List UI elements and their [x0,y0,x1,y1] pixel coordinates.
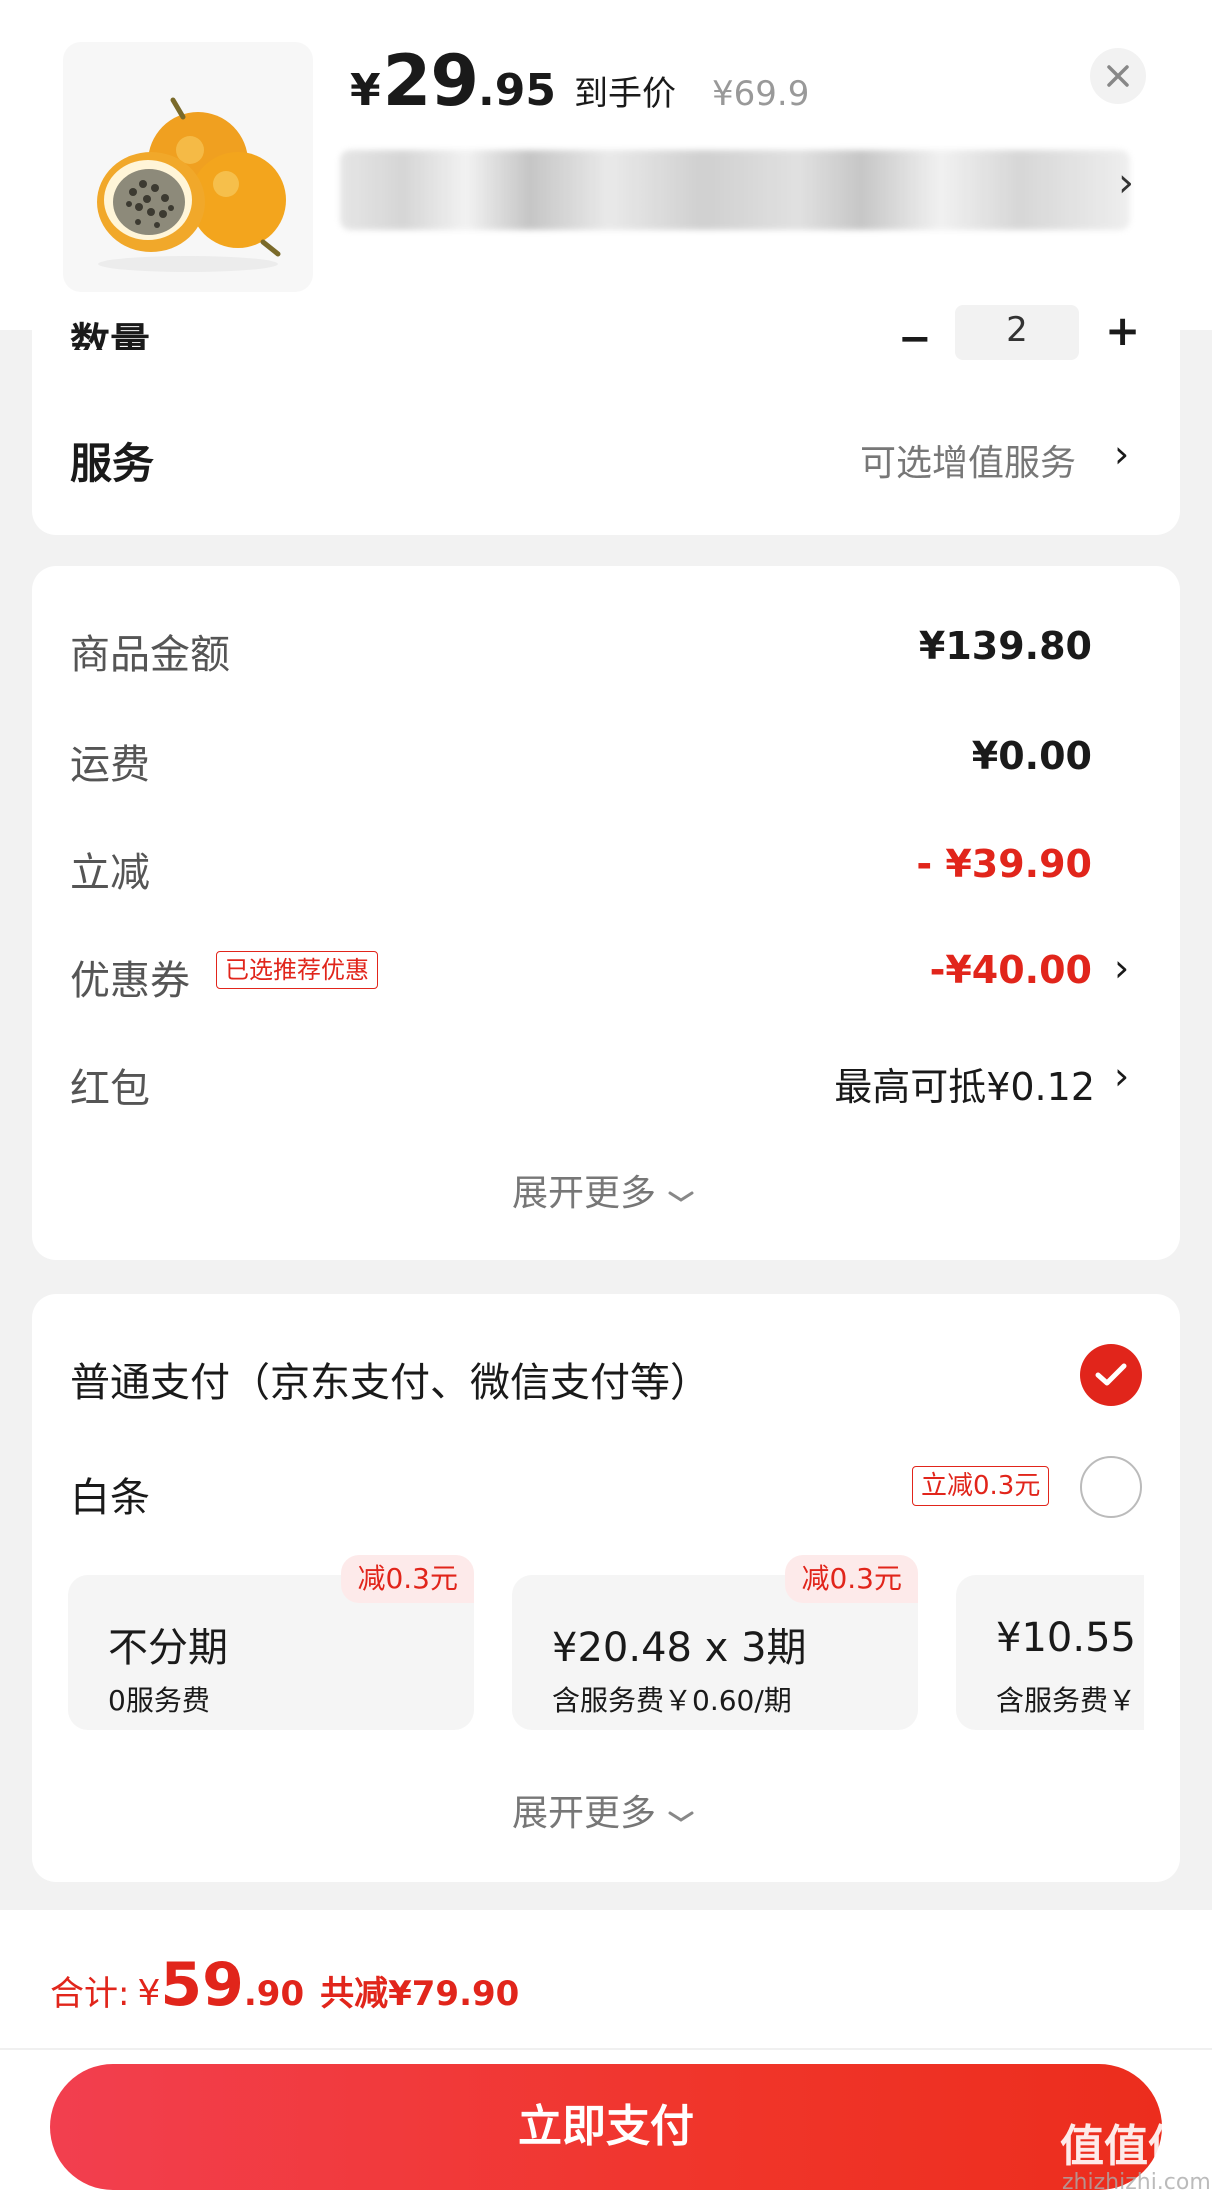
total-savings: 共减¥79.90 [320,1974,520,2014]
normal-payment-radio[interactable] [1080,1344,1142,1406]
pay-now-button[interactable]: 立即支付 [50,2064,1162,2190]
chevron-down-icon [668,1191,694,1202]
price-integer: 29 [382,40,479,122]
installment-title: ¥20.48 x 3期 [552,1625,807,1671]
total-label: 合计: [50,1974,130,2014]
expand-more-button[interactable]: 展开更多 [512,1784,695,1836]
goods-amount-value: ¥139.80 [918,624,1092,668]
expand-more-label: 展开更多 [512,1793,657,1834]
baitiao-discount-badge: 立减0.3元 [912,1466,1050,1506]
price-tag-label: 到手价 [574,74,676,114]
total-integer: 59 [160,1950,244,2020]
installment-fee: 0服务费 [108,1684,210,1717]
baitiao-payment-radio[interactable] [1080,1456,1142,1518]
chevron-right-icon: › [1118,160,1134,206]
discount-label: 立减 [70,850,150,896]
installment-fee: 含服务费￥0.60/期 [552,1684,792,1717]
product-image [63,42,313,292]
red-packet-value[interactable]: 最高可抵¥0.12 [834,1056,1095,1111]
installment-title: 不分期 [108,1625,228,1671]
quantity-input[interactable]: 2 [955,305,1079,360]
watermark-logo: 值值值 [1060,2121,1192,2172]
installment-option[interactable]: ¥10.55 x 含服务费￥ [956,1575,1144,1730]
installment-options: 减0.3元 不分期 0服务费 减0.3元 ¥20.48 x 3期 含服务费￥0.… [68,1555,1144,1735]
chevron-right-icon: › [1114,432,1130,476]
price-currency: ¥ [350,65,381,116]
quantity-minus-button[interactable]: − [898,316,932,362]
chevron-right-icon[interactable]: › [1114,1054,1129,1098]
red-packet-label: 红包 [70,1066,150,1112]
installment-fee: 含服务费￥ [996,1684,1137,1717]
total-decimal: .90 [243,1974,305,2014]
coupon-label: 优惠券 [70,958,190,1004]
discount-value: - ¥39.90 [916,842,1092,886]
installment-option[interactable]: 减0.3元 ¥20.48 x 3期 含服务费￥0.60/期 [512,1555,918,1730]
expand-more-button[interactable]: 展开更多 [512,1164,695,1216]
product-price: ¥ 29 .95 到手价 ¥69.9 [350,40,809,130]
coupon-value[interactable]: -¥40.00 [930,948,1092,992]
divider [0,2048,1212,2050]
baitiao-payment-label[interactable]: 白条 [70,1465,150,1523]
total-currency: ¥ [137,1973,161,2014]
goods-amount-label: 商品金额 [70,632,230,678]
order-total: 合计: ¥ 59 .90 共减¥79.90 [50,1950,519,2020]
installment-discount-badge: 减0.3元 [341,1555,474,1603]
service-label: 服务 [70,439,155,488]
price-decimal: .95 [478,65,556,116]
checkmark-icon [1095,1363,1127,1386]
coupon-recommended-badge: 已选推荐优惠 [216,951,378,989]
quantity-plus-button[interactable]: + [1105,306,1140,355]
original-price: ¥69.9 [712,74,810,114]
chevron-down-icon [668,1811,694,1822]
service-option-link[interactable]: 可选增值服务 [860,434,1076,486]
chevron-right-icon[interactable]: › [1114,946,1129,990]
close-button[interactable] [1090,48,1146,104]
quantity-label: 数量 [70,320,150,350]
quantity-service-card [32,330,1180,535]
spec-selector-blurred[interactable] [340,150,1130,230]
watermark-url: zhizhizhi.com [1062,2170,1211,2195]
shipping-label: 运费 [70,742,150,788]
normal-payment-label[interactable]: 普通支付（京东支付、微信支付等） [70,1350,710,1408]
passion-fruit-image [97,97,286,272]
installment-title: ¥10.55 x [996,1615,1144,1661]
shipping-value: ¥0.00 [971,734,1092,778]
expand-more-label: 展开更多 [512,1173,657,1214]
installment-option[interactable]: 减0.3元 不分期 0服务费 [68,1555,474,1730]
installment-discount-badge: 减0.3元 [785,1555,918,1603]
close-icon [1107,65,1129,87]
